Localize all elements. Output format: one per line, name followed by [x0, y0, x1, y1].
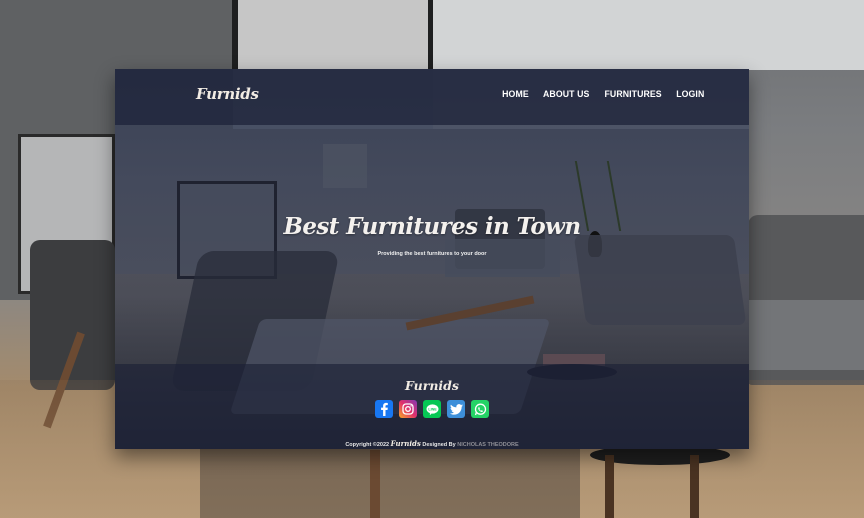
line-icon[interactable]: LINE [423, 400, 441, 418]
footer-logo: Furnids [405, 378, 459, 393]
copyright-prefix: Copyright ©2022 [345, 442, 390, 448]
facebook-icon[interactable] [375, 400, 393, 418]
svg-text:LINE: LINE [428, 407, 437, 411]
designed-by-label: Designed By [422, 442, 456, 448]
social-links: LINE [115, 400, 749, 418]
author-name[interactable]: NICHOLAS THEODORE [457, 442, 518, 448]
twitter-icon[interactable] [447, 400, 465, 418]
landing-card: Furnids HOME ABOUT US FURNITURES LOGIN B… [115, 69, 749, 449]
brand-logo[interactable]: Furnids [196, 85, 259, 103]
nav-login[interactable]: LOGIN [677, 89, 705, 100]
hero-title: Best Furnitures in Town [283, 213, 582, 240]
navbar: Furnids HOME ABOUT US FURNITURES LOGIN [115, 69, 749, 125]
nav-furnitures[interactable]: FURNITURES [605, 89, 662, 100]
footer: Furnids LINE Copyright ©2022 Furnids Des… [115, 364, 749, 449]
nav-menu: HOME ABOUT US FURNITURES LOGIN [501, 89, 706, 100]
nav-about-us[interactable]: ABOUT US [543, 89, 589, 100]
hero-subtitle: Providing the best furnitures to your do… [377, 251, 487, 257]
copyright-text: Copyright ©2022 Furnids Designed By NICH… [115, 439, 749, 448]
whatsapp-icon[interactable] [471, 400, 489, 418]
instagram-icon[interactable] [399, 400, 417, 418]
copyright-brand: Furnids [390, 439, 421, 448]
nav-home[interactable]: HOME [502, 89, 529, 100]
